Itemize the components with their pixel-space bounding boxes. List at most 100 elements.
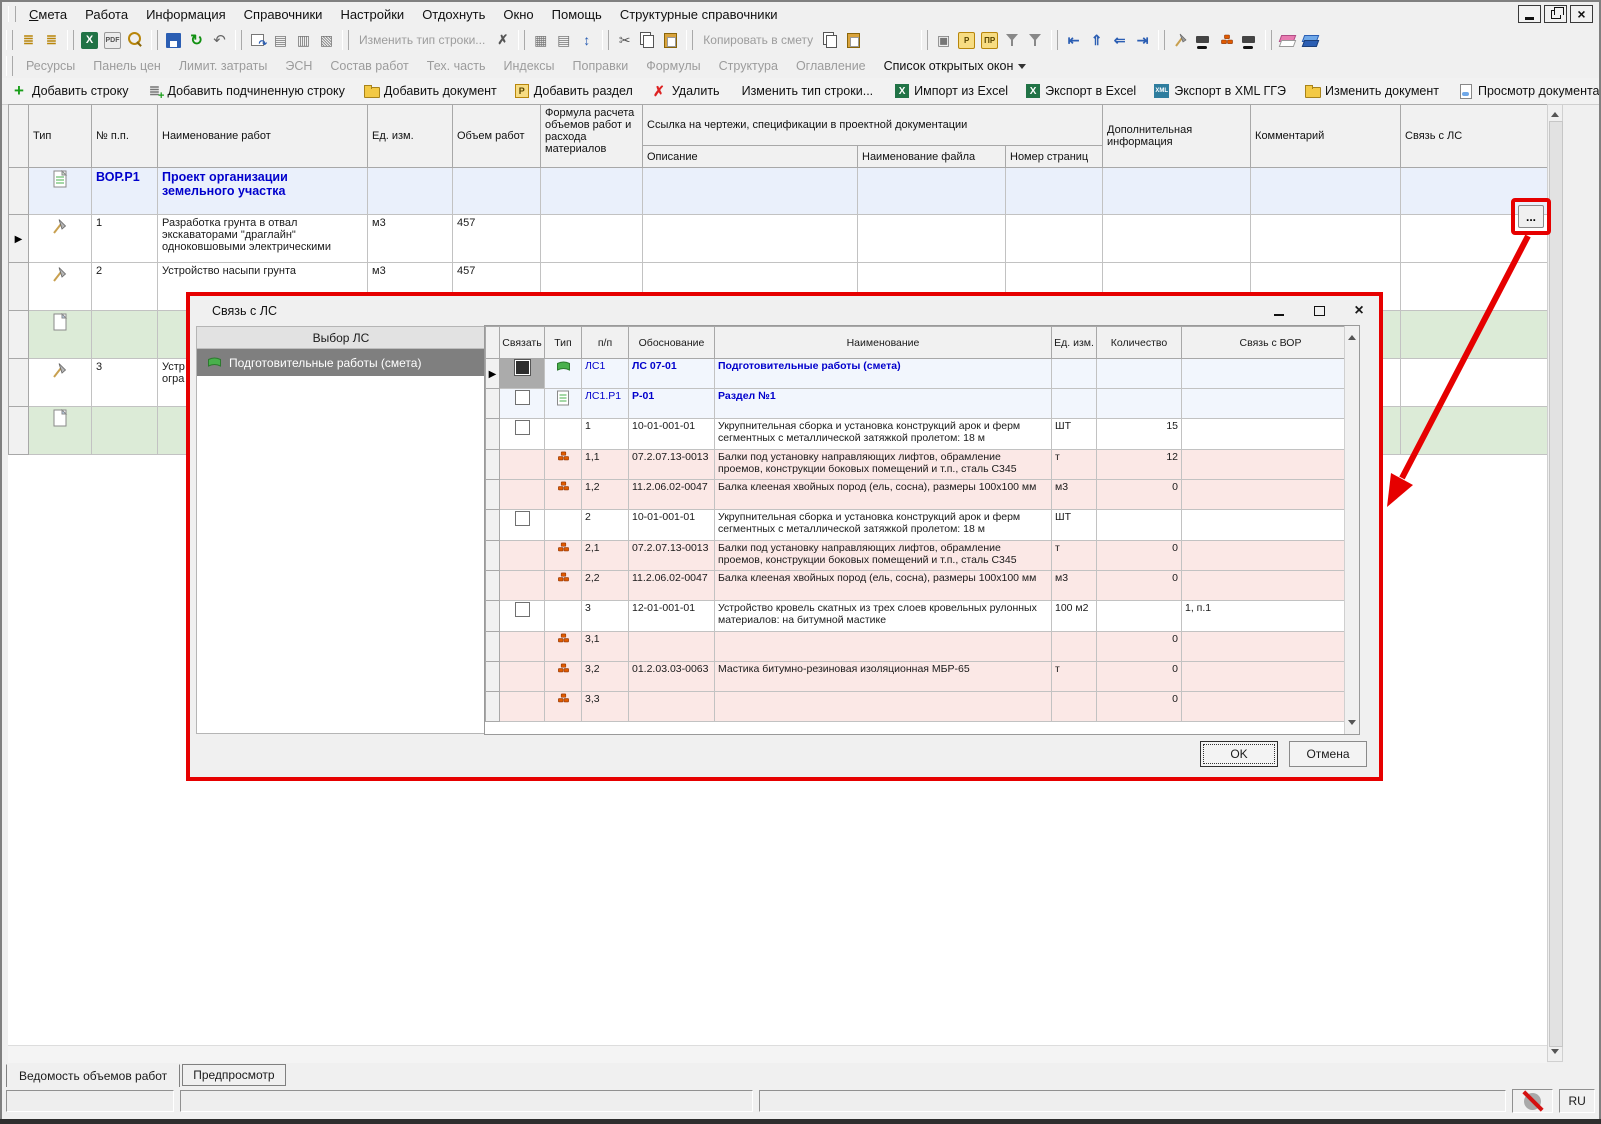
- materials-icon[interactable]: [1216, 30, 1237, 51]
- toolbar-grip[interactable]: [342, 30, 349, 50]
- paste-icon[interactable]: [660, 30, 681, 51]
- checkbox-unchecked[interactable]: [515, 390, 530, 405]
- add-document-button[interactable]: Добавить документ: [354, 83, 506, 99]
- scroll-down-button[interactable]: [1345, 717, 1359, 732]
- link-checkbox-cell[interactable]: [500, 359, 545, 389]
- table-icon[interactable]: ▦: [530, 30, 551, 51]
- toolbar-grip[interactable]: [151, 30, 158, 50]
- clear-filter-icon[interactable]: [1025, 30, 1046, 51]
- ls-row-material[interactable]: 2,1 07.2.07.13-0013 Балки под установку …: [486, 541, 1360, 571]
- view-document-button[interactable]: Просмотр документа: [1448, 83, 1601, 99]
- scrollbar-thumb[interactable]: [1549, 121, 1563, 1047]
- price-p-icon[interactable]: Р: [958, 32, 975, 49]
- toolbar-grip[interactable]: [6, 56, 13, 76]
- vertical-scrollbar[interactable]: [1547, 104, 1563, 1062]
- ls-row-material[interactable]: 2,2 11.2.06.02-0047 Балка клееная хвойны…: [486, 571, 1360, 601]
- scroll-down-button[interactable]: [1548, 1046, 1562, 1061]
- edit-document-button[interactable]: Изменить документ: [1295, 83, 1448, 99]
- add-row-button[interactable]: +Добавить строку: [2, 83, 137, 99]
- pdf-icon[interactable]: PDF: [104, 32, 121, 49]
- change-row-type-button[interactable]: Изменить тип строки...: [733, 84, 883, 98]
- excel-icon[interactable]: X: [81, 32, 98, 49]
- toolbar-grip[interactable]: [1158, 30, 1165, 50]
- search-icon[interactable]: [125, 30, 146, 51]
- ls-row-material[interactable]: 3,3 0: [486, 692, 1360, 722]
- restore-button[interactable]: [1544, 5, 1567, 23]
- add-section-button[interactable]: РДобавить раздел: [506, 84, 642, 98]
- toolbar-grip[interactable]: [235, 30, 242, 50]
- toolbar-grip[interactable]: [8, 6, 16, 22]
- ls-row-position[interactable]: 1 10-01-001-01 Укрупнительная сборка и у…: [486, 419, 1360, 450]
- toolbar-grip[interactable]: [1051, 30, 1058, 50]
- dialog-vertical-scrollbar[interactable]: [1344, 326, 1359, 734]
- add-child-row-button[interactable]: ≣Добавить подчиненную строку: [137, 83, 353, 99]
- menu-strukturnye-spravochniki[interactable]: Структурные справочники: [611, 5, 787, 24]
- database-icon[interactable]: ▤: [270, 30, 291, 51]
- close-button[interactable]: ×: [1570, 5, 1593, 23]
- link-checkbox-cell[interactable]: [500, 389, 545, 419]
- ls-row-material[interactable]: 3,2 01.2.03.03-0063 Мастика битумно-рези…: [486, 662, 1360, 692]
- move-up-down-icon[interactable]: ↕: [576, 30, 597, 51]
- undo-icon[interactable]: ↶: [209, 30, 230, 51]
- ls-row-material[interactable]: 1,2 11.2.06.02-0047 Балка клееная хвойны…: [486, 480, 1360, 510]
- outdent-icon[interactable]: ⇤: [1063, 30, 1084, 51]
- paste-special-icon[interactable]: [820, 30, 841, 51]
- toolbar-grip[interactable]: [686, 30, 693, 50]
- refresh-icon[interactable]: ↻: [186, 30, 207, 51]
- checkbox-checked[interactable]: [515, 360, 530, 375]
- shift-right-icon[interactable]: ⇥: [1132, 30, 1153, 51]
- scroll-up-button[interactable]: [1345, 328, 1359, 343]
- copy-icon[interactable]: [637, 30, 658, 51]
- price-pr-icon[interactable]: ПР: [981, 32, 998, 49]
- save-icon[interactable]: [163, 30, 184, 51]
- filter-icon[interactable]: [1002, 30, 1023, 51]
- dialog-maximize-button[interactable]: [1299, 296, 1339, 326]
- menu-okno[interactable]: Окно: [494, 5, 542, 24]
- menu-otdohnut[interactable]: Отдохнуть: [413, 5, 494, 24]
- ls-list-item-selected[interactable]: Подготовительные работы (смета): [197, 349, 485, 376]
- ls-row-position[interactable]: 2 10-01-001-01 Укрупнительная сборка и у…: [486, 510, 1360, 541]
- structure-icon[interactable]: ≣: [18, 30, 39, 51]
- restore-window-icon[interactable]: [247, 30, 268, 51]
- toolbar-grip[interactable]: [518, 30, 525, 50]
- toolbar-grip[interactable]: [6, 30, 13, 50]
- link-checkbox-cell[interactable]: [500, 510, 545, 541]
- flag-icon[interactable]: ▧: [316, 30, 337, 51]
- toolbar-grip[interactable]: [67, 30, 74, 50]
- dialog-title-bar[interactable]: Связь с ЛС ×: [190, 296, 1379, 326]
- insert-page-icon[interactable]: ▤: [553, 30, 574, 51]
- edit-database-icon[interactable]: ▥: [293, 30, 314, 51]
- delete-button[interactable]: ✗Удалить: [642, 83, 729, 99]
- toolbar-grip[interactable]: [602, 30, 609, 50]
- export-excel-button[interactable]: XЭкспорт в Excel: [1017, 84, 1145, 98]
- checkbox-unchecked[interactable]: [515, 511, 530, 526]
- toolbar-grip[interactable]: [1265, 30, 1272, 50]
- ls-row-material[interactable]: 3,1 0: [486, 632, 1360, 662]
- link-checkbox-cell[interactable]: [500, 601, 545, 632]
- tools-icon[interactable]: [1170, 30, 1191, 51]
- layers-pink-icon[interactable]: [1277, 30, 1298, 51]
- paste-special-2-icon[interactable]: [843, 30, 864, 51]
- truck-icon[interactable]: [1193, 30, 1214, 51]
- menu-pomosch[interactable]: Помощь: [543, 5, 611, 24]
- ls-row-section[interactable]: ЛС1.Р1 Р-01 Раздел №1: [486, 389, 1360, 419]
- cut-icon[interactable]: ✂: [614, 30, 635, 51]
- ls-row-position[interactable]: 3 12-01-001-01 Устройство кровель скатны…: [486, 601, 1360, 632]
- tab-open-windows-list[interactable]: Список открытых окон: [875, 59, 1036, 73]
- resources-icon[interactable]: ▣: [933, 30, 954, 51]
- menu-nastroyki[interactable]: Настройки: [331, 5, 413, 24]
- link-checkbox-cell[interactable]: [500, 419, 545, 450]
- checkbox-unchecked[interactable]: [515, 602, 530, 617]
- layers-blue-icon[interactable]: [1300, 30, 1321, 51]
- scroll-up-button[interactable]: [1548, 105, 1562, 120]
- tab-predprosmotr[interactable]: Предпросмотр: [182, 1064, 285, 1086]
- ls-row-material[interactable]: 1,1 07.2.07.13-0013 Балки под установку …: [486, 450, 1360, 480]
- clear-icon[interactable]: ✗: [492, 30, 513, 51]
- ls-row-estimate[interactable]: ▶ ЛС1 ЛС 07-01 Подготовительные работы (…: [486, 359, 1360, 389]
- shift-left-icon[interactable]: ⇐: [1109, 30, 1130, 51]
- machines-icon[interactable]: [1239, 30, 1260, 51]
- menu-informacia[interactable]: Информация: [137, 5, 235, 24]
- ok-button[interactable]: OK: [1200, 741, 1278, 767]
- cancel-button[interactable]: Отмена: [1289, 741, 1367, 767]
- export-xml-button[interactable]: XMLЭкспорт в XML ГГЭ: [1145, 84, 1295, 98]
